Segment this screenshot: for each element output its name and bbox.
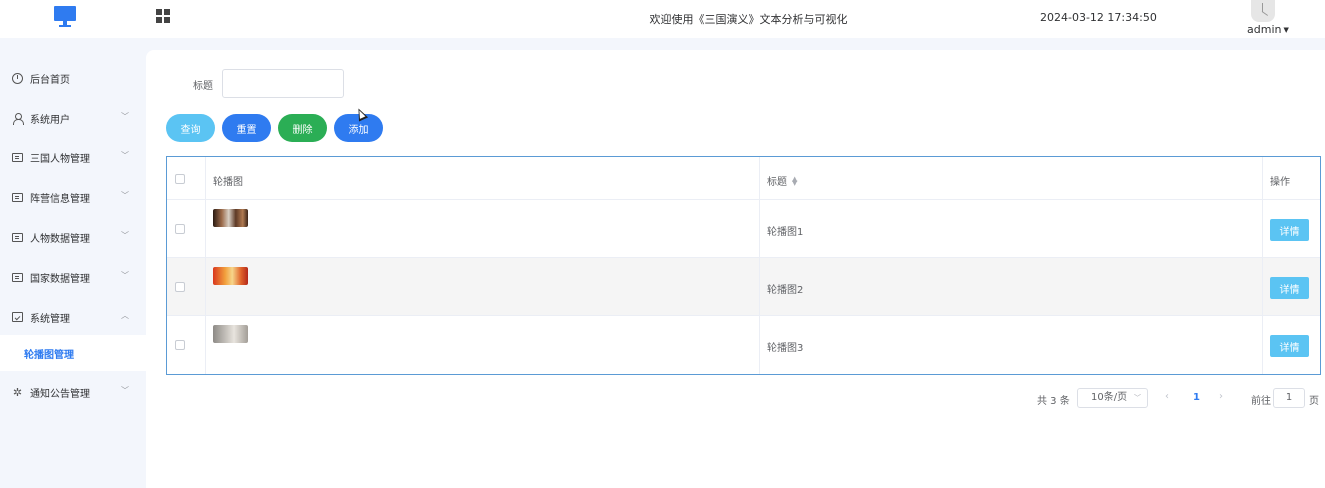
chevron-down-icon: ﹀ <box>121 386 129 395</box>
username: admin <box>1247 23 1282 36</box>
sidebar-item-label: 系统用户 <box>30 114 70 126</box>
caret-down-icon: ▼ <box>1283 26 1289 34</box>
sidebar-subitem-label: 轮播图管理 <box>24 349 74 361</box>
row-title: 轮播图3 <box>767 343 804 354</box>
chevron-down-icon: ﹀ <box>121 271 129 280</box>
row-checkbox[interactable] <box>175 340 185 350</box>
carousel-thumbnail <box>213 209 248 227</box>
top-header: 欢迎使用《三国演义》文本分析与可视化 2024-03-12 17:34:50 a… <box>0 0 1325 38</box>
sidebar-item-dashboard[interactable]: 后台首页 <box>0 58 146 98</box>
sidebar-item-label: 三国人物管理 <box>30 153 90 165</box>
sparkle-icon: ✲ <box>12 385 23 399</box>
column-divider <box>759 157 760 374</box>
column-header-image: 轮播图 <box>213 177 243 188</box>
search-title-input[interactable] <box>222 69 344 98</box>
goto-page-input[interactable]: 1 <box>1273 388 1305 408</box>
detail-button[interactable]: 详情 <box>1270 219 1309 241</box>
select-all-checkbox[interactable] <box>175 174 185 184</box>
table-row: 轮播图3 详情 <box>167 316 1320 374</box>
sidebar-item-label: 人物数据管理 <box>30 233 90 245</box>
chevron-down-icon: ﹀ <box>121 231 129 240</box>
sort-icon[interactable]: ▲ ▼ <box>792 176 797 187</box>
card-icon <box>12 233 23 242</box>
detail-button[interactable]: 详情 <box>1270 277 1309 299</box>
page-size-value: 10条/页 <box>1091 392 1128 403</box>
chevron-down-icon: ﹀ <box>121 151 129 160</box>
sidebar-item-label: 系统管理 <box>30 313 70 325</box>
sidebar-item-characters[interactable]: 三国人物管理 ﹀ <box>0 137 146 177</box>
prev-page-button[interactable]: ‹ <box>1165 391 1169 402</box>
row-title: 轮播图1 <box>767 227 804 238</box>
current-datetime: 2024-03-12 17:34:50 <box>1040 11 1157 24</box>
table-row: 轮播图2 详情 <box>167 258 1320 316</box>
query-button[interactable]: 查询 <box>166 114 215 142</box>
detail-button[interactable]: 详情 <box>1270 335 1309 357</box>
delete-button[interactable]: 删除 <box>278 114 327 142</box>
goto-label: 前往 <box>1251 396 1271 407</box>
pie-chart-icon <box>12 72 23 84</box>
chevron-down-icon: ﹀ <box>121 112 129 121</box>
sidebar-item-label: 国家数据管理 <box>30 273 90 285</box>
carousel-thumbnail <box>213 267 248 285</box>
sidebar-item-system-users[interactable]: 系统用户 ﹀ <box>0 98 146 138</box>
next-page-button[interactable]: › <box>1219 391 1223 402</box>
reset-button[interactable]: 重置 <box>222 114 271 142</box>
sidebar-item-factions[interactable]: 阵营信息管理 ﹀ <box>0 177 146 217</box>
card-icon <box>12 193 23 202</box>
card-icon <box>12 273 23 282</box>
chevron-down-icon: ﹀ <box>1134 394 1141 402</box>
goto-page-suffix: 页 <box>1309 396 1319 407</box>
avatar[interactable] <box>1251 0 1275 22</box>
search-title-label: 标题 <box>193 81 213 92</box>
column-header-title-label: 标题 <box>767 177 787 188</box>
row-checkbox[interactable] <box>175 282 185 292</box>
sidebar-item-label: 阵营信息管理 <box>30 193 90 205</box>
sidebar-subitem-carousel[interactable]: 轮播图管理 <box>0 335 146 371</box>
sidebar-item-system-management[interactable]: 系统管理 ︿ <box>0 297 146 337</box>
card-icon <box>12 153 23 162</box>
sidebar-item-country-data[interactable]: 国家数据管理 ﹀ <box>0 257 146 297</box>
user-menu-dropdown[interactable]: admin ▼ <box>1247 23 1289 36</box>
row-title: 轮播图2 <box>767 285 804 296</box>
sidebar-item-notices[interactable]: ✲ 通知公告管理 ﹀ <box>0 372 146 412</box>
column-header-title[interactable]: 标题 ▲ ▼ <box>767 173 797 189</box>
pagination-total: 共 3 条 <box>1037 396 1070 407</box>
carousel-table: 轮播图 标题 ▲ ▼ 操作 轮播图1 详情 轮播图2 详情 轮播图3 详情 <box>166 156 1321 375</box>
sidebar-item-label: 通知公告管理 <box>30 388 90 400</box>
column-header-actions: 操作 <box>1270 177 1290 188</box>
page-number-current[interactable]: 1 <box>1193 392 1200 403</box>
table-header-row: 轮播图 标题 ▲ ▼ 操作 <box>167 157 1320 200</box>
chevron-up-icon: ︿ <box>121 311 129 320</box>
check-square-icon <box>12 312 23 322</box>
row-checkbox[interactable] <box>175 224 185 234</box>
carousel-thumbnail <box>213 325 248 343</box>
sidebar-item-character-data[interactable]: 人物数据管理 ﹀ <box>0 217 146 257</box>
sidebar-item-label: 后台首页 <box>30 74 70 86</box>
chevron-down-icon: ﹀ <box>121 191 129 200</box>
page-size-select[interactable]: 10条/页 ﹀ <box>1077 388 1148 408</box>
user-icon <box>12 112 24 125</box>
sidebar: 后台首页 系统用户 ﹀ 三国人物管理 ﹀ 阵营信息管理 ﹀ 人物数据管理 ﹀ 国… <box>0 38 146 488</box>
column-divider <box>205 157 206 374</box>
table-row: 轮播图1 详情 <box>167 200 1320 258</box>
column-divider <box>1262 157 1263 374</box>
